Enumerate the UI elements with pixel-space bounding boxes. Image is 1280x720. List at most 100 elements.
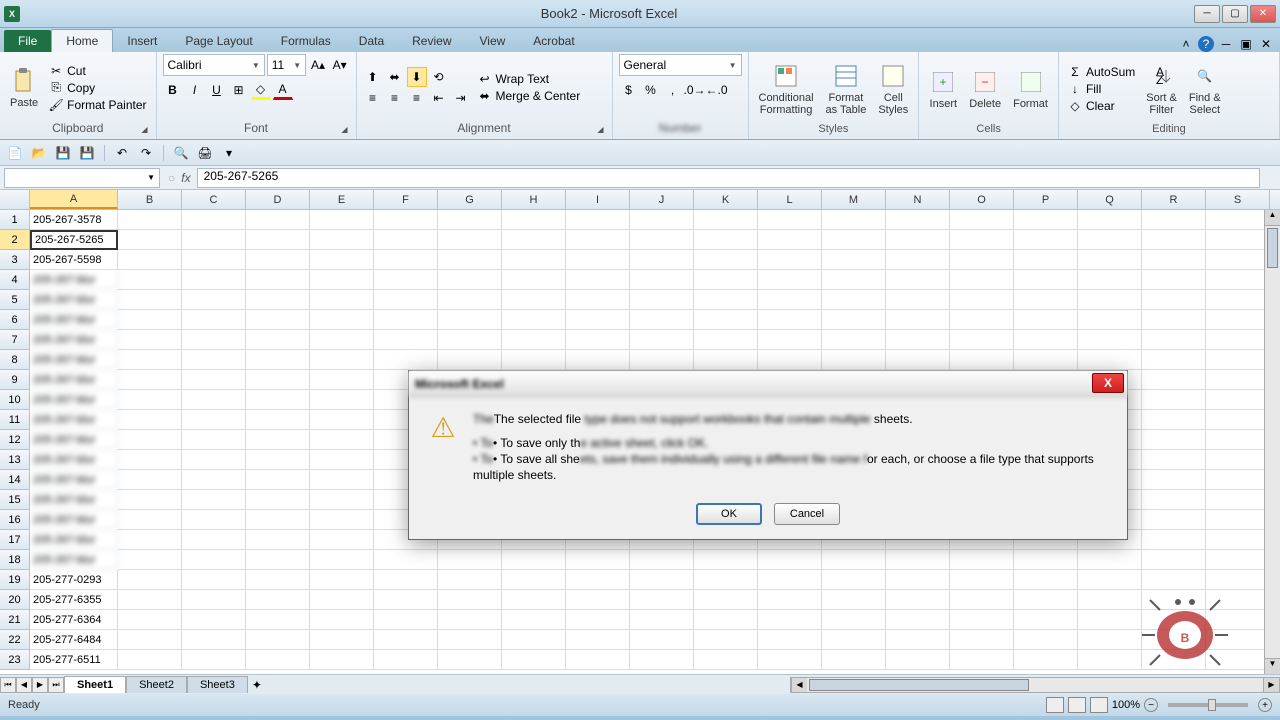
cell-I21[interactable]: [566, 610, 630, 630]
cell-S12[interactable]: [1206, 430, 1270, 450]
cell-Q4[interactable]: [1078, 270, 1142, 290]
tab-acrobat[interactable]: Acrobat: [519, 30, 588, 52]
cell-J2[interactable]: [630, 230, 694, 250]
cell-Q5[interactable]: [1078, 290, 1142, 310]
cell-P4[interactable]: [1014, 270, 1078, 290]
cell-E11[interactable]: [310, 410, 374, 430]
cell-B20[interactable]: [118, 590, 182, 610]
font-color-button[interactable]: A: [273, 80, 293, 100]
cell-C14[interactable]: [182, 470, 246, 490]
cell-P19[interactable]: [1014, 570, 1078, 590]
redo-button[interactable]: ↷: [137, 144, 155, 162]
cell-G22[interactable]: [438, 630, 502, 650]
cancel-formula-icon[interactable]: ○: [168, 171, 175, 185]
cell-Q20[interactable]: [1078, 590, 1142, 610]
cell-E20[interactable]: [310, 590, 374, 610]
cell-J7[interactable]: [630, 330, 694, 350]
cell-C21[interactable]: [182, 610, 246, 630]
cell-H21[interactable]: [502, 610, 566, 630]
zoom-in-button[interactable]: +: [1258, 698, 1272, 712]
column-header-N[interactable]: N: [886, 190, 950, 209]
align-bottom-button[interactable]: ⬇: [407, 67, 427, 87]
cell-J8[interactable]: [630, 350, 694, 370]
cell-B16[interactable]: [118, 510, 182, 530]
merge-center-button[interactable]: ⬌Merge & Center: [475, 88, 584, 104]
cell-D4[interactable]: [246, 270, 310, 290]
cell-A2[interactable]: 205-267-5265: [30, 230, 118, 250]
underline-button[interactable]: U: [207, 80, 227, 100]
row-header-1[interactable]: 1: [0, 210, 30, 230]
workbook-restore-button[interactable]: ▣: [1238, 36, 1254, 52]
cell-R1[interactable]: [1142, 210, 1206, 230]
cell-C10[interactable]: [182, 390, 246, 410]
cell-S15[interactable]: [1206, 490, 1270, 510]
row-header-17[interactable]: 17: [0, 530, 30, 550]
sheet-tab-2[interactable]: Sheet2: [126, 676, 187, 693]
qat-customize-button[interactable]: ▾: [220, 144, 238, 162]
cell-F6[interactable]: [374, 310, 438, 330]
cell-A20[interactable]: 205-277-6355: [30, 590, 118, 610]
cell-I8[interactable]: [566, 350, 630, 370]
column-header-D[interactable]: D: [246, 190, 310, 209]
decrease-decimal-button[interactable]: ←.0: [707, 80, 727, 100]
row-header-15[interactable]: 15: [0, 490, 30, 510]
column-header-R[interactable]: R: [1142, 190, 1206, 209]
sheet-nav-first[interactable]: ⏮: [0, 677, 16, 693]
cell-G6[interactable]: [438, 310, 502, 330]
cell-D23[interactable]: [246, 650, 310, 670]
cut-button[interactable]: ✂Cut: [46, 63, 149, 79]
cell-N8[interactable]: [886, 350, 950, 370]
align-right-button[interactable]: ≡: [407, 88, 427, 108]
cell-K3[interactable]: [694, 250, 758, 270]
cell-E1[interactable]: [310, 210, 374, 230]
cell-D6[interactable]: [246, 310, 310, 330]
cell-B13[interactable]: [118, 450, 182, 470]
cell-A7[interactable]: 205-267-blur: [30, 330, 118, 350]
cell-A8[interactable]: 205-267-blur: [30, 350, 118, 370]
column-header-O[interactable]: O: [950, 190, 1014, 209]
cell-G23[interactable]: [438, 650, 502, 670]
help-icon[interactable]: ?: [1198, 36, 1214, 52]
cell-F3[interactable]: [374, 250, 438, 270]
cell-Q21[interactable]: [1078, 610, 1142, 630]
cell-N19[interactable]: [886, 570, 950, 590]
cell-F22[interactable]: [374, 630, 438, 650]
cell-L21[interactable]: [758, 610, 822, 630]
copy-button[interactable]: ⎘Copy: [46, 80, 149, 96]
cell-O7[interactable]: [950, 330, 1014, 350]
clear-button[interactable]: ◇Clear: [1065, 98, 1138, 114]
row-header-16[interactable]: 16: [0, 510, 30, 530]
column-header-A[interactable]: A: [30, 190, 118, 209]
cell-E7[interactable]: [310, 330, 374, 350]
sheet-nav-next[interactable]: ▶: [32, 677, 48, 693]
cell-M5[interactable]: [822, 290, 886, 310]
normal-view-button[interactable]: [1046, 697, 1064, 713]
cell-A21[interactable]: 205-277-6364: [30, 610, 118, 630]
cell-S18[interactable]: [1206, 550, 1270, 570]
cell-F21[interactable]: [374, 610, 438, 630]
cell-N21[interactable]: [886, 610, 950, 630]
horizontal-scrollbar[interactable]: ◀ ▶: [790, 677, 1280, 693]
cell-K7[interactable]: [694, 330, 758, 350]
cell-C7[interactable]: [182, 330, 246, 350]
cell-E23[interactable]: [310, 650, 374, 670]
cell-Q18[interactable]: [1078, 550, 1142, 570]
cell-I18[interactable]: [566, 550, 630, 570]
cell-K5[interactable]: [694, 290, 758, 310]
cell-A17[interactable]: 205-267-blur: [30, 530, 118, 550]
cell-H4[interactable]: [502, 270, 566, 290]
cell-I7[interactable]: [566, 330, 630, 350]
cell-K8[interactable]: [694, 350, 758, 370]
cell-C20[interactable]: [182, 590, 246, 610]
scroll-thumb[interactable]: [1267, 228, 1278, 268]
ok-button[interactable]: OK: [696, 503, 762, 525]
cell-R8[interactable]: [1142, 350, 1206, 370]
cell-D8[interactable]: [246, 350, 310, 370]
cell-S5[interactable]: [1206, 290, 1270, 310]
border-button[interactable]: ⊞: [229, 80, 249, 100]
row-header-2[interactable]: 2: [0, 230, 30, 250]
column-header-C[interactable]: C: [182, 190, 246, 209]
cell-R16[interactable]: [1142, 510, 1206, 530]
cell-Q23[interactable]: [1078, 650, 1142, 670]
cell-D19[interactable]: [246, 570, 310, 590]
